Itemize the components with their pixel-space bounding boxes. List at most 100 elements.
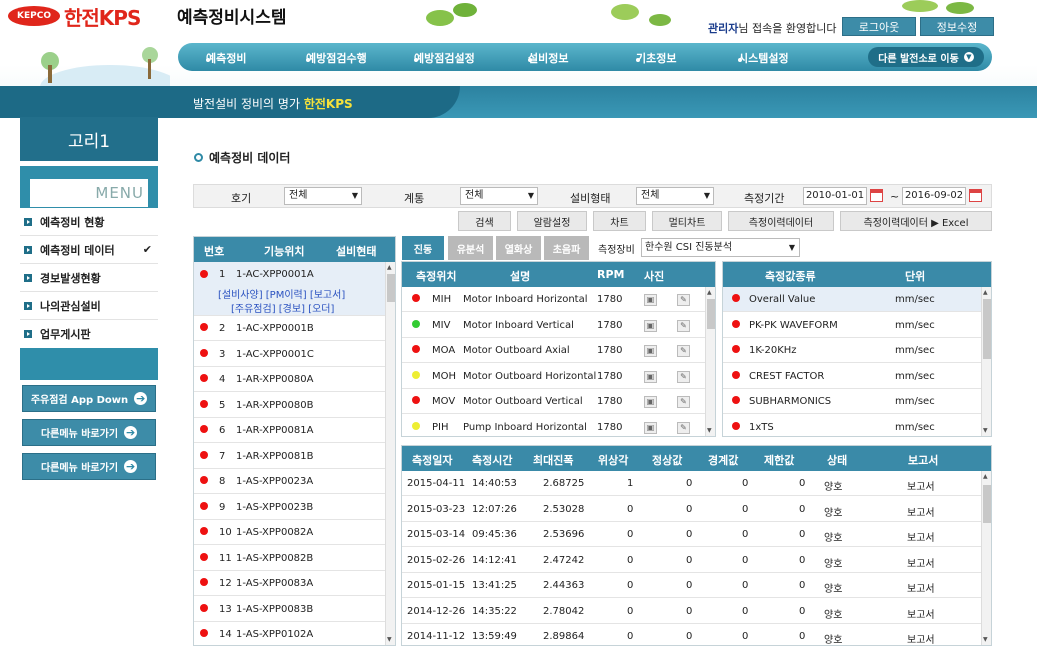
report-link[interactable]: 보고서 xyxy=(907,504,935,519)
photo-icon[interactable]: ▣ xyxy=(644,421,657,434)
report-link[interactable]: 보고서 xyxy=(907,606,935,621)
table-row[interactable]: 2015-02-26 14:12:41 2.47242 0 0 0 0 양호 보고서 xyxy=(402,548,981,573)
date-from-input[interactable]: 2010-01-01 xyxy=(803,187,867,205)
table-row[interactable]: 2014-12-26 14:35:22 2.78042 0 0 0 0 양호 보고서 xyxy=(402,599,981,624)
table-row[interactable]: 9 1-AS-XPP0023B xyxy=(194,495,385,520)
search-button[interactable]: 검색 xyxy=(458,211,511,231)
table-row[interactable]: 2015-01-15 13:41:25 2.44363 0 0 0 0 양호 보고서 xyxy=(402,573,981,598)
scroll-up-icon[interactable]: ▲ xyxy=(983,289,988,296)
scroll-down-icon[interactable]: ▼ xyxy=(983,427,988,434)
edit-icon[interactable]: ✎ xyxy=(677,345,690,357)
scroll-up-icon[interactable]: ▲ xyxy=(983,473,988,480)
report-link[interactable]: 보고서 xyxy=(907,478,935,493)
edit-icon[interactable]: ✎ xyxy=(677,421,690,434)
menu-item-favorites[interactable]: 나의관심설비 xyxy=(20,292,158,320)
list-item[interactable]: MOH Motor Outboard Horizontal 1780 ▣ ✎ xyxy=(402,364,705,389)
scroll-down-icon[interactable]: ▼ xyxy=(387,636,392,643)
photo-icon[interactable]: ▣ xyxy=(644,345,657,357)
detail-links[interactable]: [설비사양] [PM이력] [보고서] xyxy=(218,286,345,301)
scroll-thumb[interactable] xyxy=(983,299,991,359)
report-link[interactable]: 보고서 xyxy=(907,529,935,544)
nav-item-system[interactable]: 시스템설정 xyxy=(738,50,789,66)
list-item[interactable]: MOA Motor Outboard Axial 1780 ▣ ✎ xyxy=(402,338,705,363)
photo-icon[interactable]: ▣ xyxy=(644,319,657,332)
report-link[interactable]: 보고서 xyxy=(907,580,935,595)
scrollbar[interactable]: ▲ ▼ xyxy=(981,287,991,436)
list-item[interactable]: 1xTS mm/sec xyxy=(723,415,981,437)
calendar-icon[interactable] xyxy=(870,189,883,202)
edit-icon[interactable]: ✎ xyxy=(677,396,690,408)
scrollbar[interactable]: ▲ ▼ xyxy=(385,262,395,645)
edit-icon[interactable]: ✎ xyxy=(677,294,690,306)
scroll-down-icon[interactable]: ▼ xyxy=(983,636,988,643)
scroll-up-icon[interactable]: ▲ xyxy=(707,289,712,296)
info-edit-button[interactable]: 정보수정 xyxy=(920,17,994,36)
table-row[interactable]: 2 1-AC-XPP0001B xyxy=(194,316,385,341)
table-row[interactable]: 2015-04-11 14:40:53 2.68725 1 0 0 0 양호 보고서 xyxy=(402,471,981,496)
nav-item-equipment[interactable]: 설비정보 xyxy=(528,50,568,66)
menu-item-alarms[interactable]: 경보발생현황 xyxy=(20,264,158,292)
table-row[interactable]: 6 1-AR-XPP0081A xyxy=(194,418,385,443)
tab-vibration[interactable]: 진동 xyxy=(402,236,444,260)
goto-other-plant-button[interactable]: 다른 발전소로 이동 ▼ xyxy=(868,47,984,67)
chart-button[interactable]: 차트 xyxy=(593,211,646,231)
list-item[interactable]: MOV Motor Outboard Vertical 1780 ▣ ✎ xyxy=(402,389,705,414)
nav-item-preventive-setup[interactable]: 예방점검설정 xyxy=(414,50,475,66)
table-row[interactable]: 2015-03-14 09:45:36 2.53696 0 0 0 0 양호 보고서 xyxy=(402,522,981,547)
table-row[interactable]: 4 1-AR-XPP0080A xyxy=(194,367,385,392)
logout-button[interactable]: 로그아웃 xyxy=(842,17,916,36)
report-link[interactable]: 보고서 xyxy=(907,631,935,645)
nav-item-basic[interactable]: 기초정보 xyxy=(636,50,676,66)
menu-item-status[interactable]: 예측정비 현황 xyxy=(20,208,158,236)
history-data-button[interactable]: 측정이력데이터 xyxy=(728,211,834,231)
table-row[interactable]: 10 1-AS-XPP0082A xyxy=(194,520,385,545)
table-row[interactable]: 12 1-AS-XPP0083A xyxy=(194,571,385,596)
list-item[interactable]: CREST FACTOR mm/sec xyxy=(723,364,981,389)
menu-item-data[interactable]: 예측정비 데이터 ✔ xyxy=(20,236,158,264)
unit-select[interactable]: 전체 xyxy=(284,187,362,205)
list-item[interactable]: SUBHARMONICS mm/sec xyxy=(723,389,981,414)
tab-oil-analysis[interactable]: 유분석 xyxy=(448,236,493,260)
scroll-thumb[interactable] xyxy=(707,299,715,329)
alarm-setting-button[interactable]: 알람설정 xyxy=(517,211,587,231)
table-row[interactable]: 3 1-AC-XPP0001C xyxy=(194,342,385,367)
table-row[interactable]: 1 1-AC-XPP0001A [설비사양] [PM이력] [보고서] [주유점… xyxy=(194,262,385,316)
equipment-select[interactable]: 한수원 CSI 진동분석 xyxy=(641,238,800,257)
date-to-input[interactable]: 2016-09-02 xyxy=(902,187,966,205)
list-item[interactable]: MIH Motor Inboard Horizontal 1780 ▣ ✎ xyxy=(402,287,705,312)
table-row[interactable]: 8 1-AS-XPP0023A xyxy=(194,469,385,494)
edit-icon[interactable]: ✎ xyxy=(677,370,690,383)
scroll-thumb[interactable] xyxy=(387,274,395,302)
history-excel-button[interactable]: 측정이력데이터 ▶ Excel xyxy=(840,211,992,231)
nav-item-predictive[interactable]: 예측정비 xyxy=(206,50,246,66)
scrollbar[interactable]: ▲ ▼ xyxy=(705,287,715,436)
company-logo[interactable]: KEPCO 한전KPS xyxy=(8,3,158,30)
photo-icon[interactable]: ▣ xyxy=(644,396,657,408)
table-row[interactable]: 2015-03-23 12:07:26 2.53028 0 0 0 0 양호 보고서 xyxy=(402,497,981,522)
list-item[interactable]: PK-PK WAVEFORM mm/sec xyxy=(723,313,981,338)
scrollbar[interactable]: ▲ ▼ xyxy=(981,471,991,645)
table-row[interactable]: 5 1-AR-XPP0080B xyxy=(194,393,385,418)
edit-icon[interactable]: ✎ xyxy=(677,319,690,332)
photo-icon[interactable]: ▣ xyxy=(644,370,657,383)
list-item[interactable]: Overall Value mm/sec xyxy=(723,287,981,312)
list-item[interactable]: MIV Motor Inboard Vertical 1780 ▣ ✎ xyxy=(402,313,705,338)
table-row[interactable]: 11 1-AS-XPP0082B xyxy=(194,546,385,571)
report-link[interactable]: 보고서 xyxy=(907,555,935,570)
type-select[interactable]: 전체 xyxy=(636,187,714,205)
other-menu-shortcut-button[interactable]: 다른메뉴 바로가기 ➔ xyxy=(22,453,156,480)
list-item[interactable]: PIH Pump Inboard Horizontal 1780 ▣ ✎ xyxy=(402,415,705,437)
table-row[interactable]: 2014-11-12 13:59:49 2.89864 0 0 0 0 양호 보고서 xyxy=(402,624,981,645)
scroll-thumb[interactable] xyxy=(983,485,991,523)
tab-ultrasonic[interactable]: 초음파 xyxy=(544,236,589,260)
scroll-up-icon[interactable]: ▲ xyxy=(387,264,392,271)
multichart-button[interactable]: 멀티차트 xyxy=(652,211,722,231)
oil-check-app-download-button[interactable]: 주유점검 App Down ➔ xyxy=(22,385,156,412)
table-row[interactable]: 13 1-AS-XPP0083B xyxy=(194,597,385,622)
table-row[interactable]: 7 1-AR-XPP0081B xyxy=(194,444,385,469)
list-item[interactable]: 1K-20KHz mm/sec xyxy=(723,338,981,363)
scroll-down-icon[interactable]: ▼ xyxy=(707,427,712,434)
system-select[interactable]: 전체 xyxy=(460,187,538,205)
other-menu-shortcut-button[interactable]: 다른메뉴 바로가기 ➔ xyxy=(22,419,156,446)
menu-item-board[interactable]: 업무게시판 xyxy=(20,320,158,348)
